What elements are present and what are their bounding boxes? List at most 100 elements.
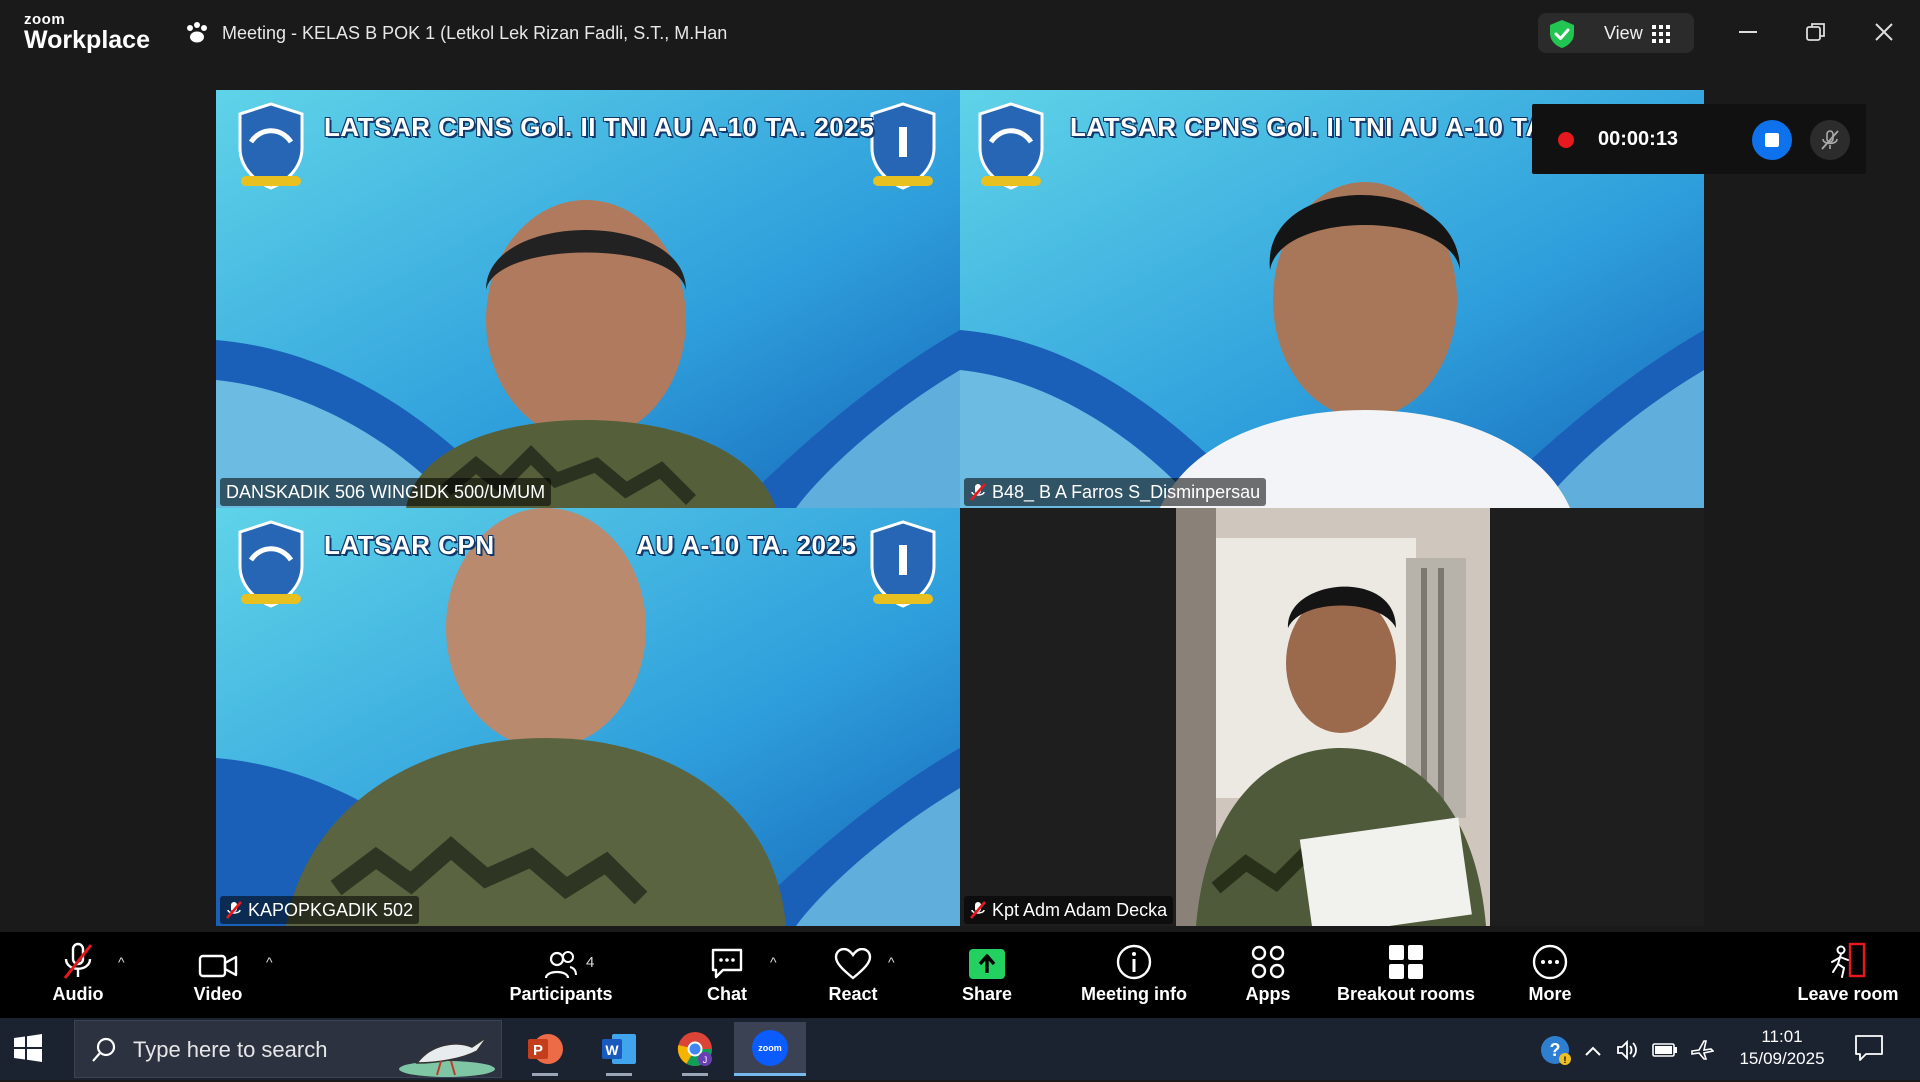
clock-time: 11:01 xyxy=(1761,1027,1803,1046)
video-camera-icon xyxy=(198,932,238,984)
react-label: React xyxy=(828,984,878,1004)
video-tile-adam-decka[interactable]: Kpt Adm Adam Decka xyxy=(960,508,1704,926)
app-running-indicator xyxy=(532,1073,558,1076)
share-button[interactable]: Share xyxy=(952,932,1022,1018)
svg-text:zoom: zoom xyxy=(758,1043,782,1053)
minimize-button[interactable] xyxy=(1728,14,1768,50)
svg-text:J: J xyxy=(703,1055,708,1065)
leave-room-button[interactable]: Leave room xyxy=(1796,932,1900,1018)
recording-timer: 00:00:13 xyxy=(1598,128,1679,150)
taskbar-search-box[interactable]: Type here to search xyxy=(74,1020,502,1078)
background-banner-text-left: LATSAR CPN xyxy=(324,530,495,560)
windows-logo-icon xyxy=(14,1034,42,1062)
svg-text:P: P xyxy=(533,1042,543,1059)
encryption-shield-icon[interactable] xyxy=(1548,19,1576,54)
svg-text:?: ? xyxy=(1550,1040,1561,1060)
meeting-info-button[interactable]: Meeting info xyxy=(1076,932,1192,1018)
taskbar-word[interactable]: W xyxy=(584,1022,654,1076)
recording-indicator: 00:00:13 xyxy=(1532,104,1866,174)
video-options-caret[interactable]: ^ xyxy=(266,954,273,970)
windows-start-button[interactable] xyxy=(14,1034,42,1067)
chat-button[interactable]: Chat xyxy=(694,932,760,1018)
battery-icon[interactable] xyxy=(1652,1042,1678,1063)
participant-name: B48_ B A Farros S_Disminpersau xyxy=(992,481,1261,502)
recording-dot-icon xyxy=(1558,132,1574,148)
notification-icon xyxy=(1855,1035,1883,1061)
search-placeholder: Type here to search xyxy=(133,1037,328,1062)
stop-recording-button[interactable] xyxy=(1752,120,1792,160)
virtual-background xyxy=(216,90,960,508)
view-label: View xyxy=(1604,23,1643,43)
audio-button[interactable]: Audio xyxy=(44,932,112,1018)
app-running-indicator xyxy=(682,1073,708,1076)
heart-icon xyxy=(834,932,872,984)
notification-center-button[interactable] xyxy=(1854,1034,1884,1067)
apps-button[interactable]: Apps xyxy=(1240,932,1296,1018)
react-button[interactable]: React xyxy=(820,932,886,1018)
emblem-500-icon xyxy=(238,102,304,190)
chrome-icon: J xyxy=(677,1032,712,1066)
share-screen-icon xyxy=(968,932,1006,984)
recording-mic-muted-button[interactable] xyxy=(1810,120,1850,160)
volume-icon[interactable] xyxy=(1616,1039,1640,1066)
share-label: Share xyxy=(961,984,1013,1004)
video-tile-kapopkgadik[interactable]: LATSAR CPN AU A-10 TA. 2025 KAPOPKGADIK … xyxy=(216,508,960,926)
search-icon xyxy=(91,1037,117,1068)
participant-name: DANSKADIK 506 WINGIDK 500/UMUM xyxy=(226,481,546,502)
video-label: Video xyxy=(193,984,243,1004)
meeting-paw-icon xyxy=(184,21,210,45)
background-banner-text: LATSAR CPNS Gol. II TNI AU A-10 TA. 2025 xyxy=(324,112,875,142)
word-icon: W xyxy=(602,1034,636,1064)
system-tray: ?! xyxy=(1540,1034,1715,1071)
taskbar-clock[interactable]: 11:01 15/09/2025 xyxy=(1730,1026,1834,1070)
meeting-title-text: Meeting - KELAS B POK 1 (Letkol Lek Riza… xyxy=(222,22,728,43)
help-icon[interactable]: ?! xyxy=(1540,1034,1572,1071)
react-options-caret[interactable]: ^ xyxy=(888,954,895,970)
emblem-500-icon xyxy=(978,102,1044,190)
title-bar: zoom Workplace Meeting - KELAS B POK 1 (… xyxy=(0,0,1920,66)
chat-label: Chat xyxy=(707,984,747,1004)
emblem-500-icon xyxy=(238,520,304,608)
airplane-mode-icon[interactable] xyxy=(1690,1038,1715,1067)
participant-name: KAPOPKGADIK 502 xyxy=(248,899,414,920)
taskbar-zoom[interactable]: zoom xyxy=(734,1022,806,1076)
breakout-rooms-button[interactable]: Breakout rooms xyxy=(1336,932,1476,1018)
restore-button[interactable] xyxy=(1796,14,1836,50)
chat-options-caret[interactable]: ^ xyxy=(770,954,777,970)
app-running-indicator xyxy=(606,1073,632,1076)
video-button[interactable]: Video xyxy=(184,932,252,1018)
view-button[interactable]: View xyxy=(1538,13,1694,53)
audio-options-caret[interactable]: ^ xyxy=(118,954,125,970)
participant-camera-feed xyxy=(1176,508,1490,926)
gallery-grid-icon xyxy=(1652,25,1670,48)
mic-off-icon xyxy=(1821,130,1839,150)
zoom-workplace-logo: zoom Workplace xyxy=(24,12,150,53)
info-icon xyxy=(1116,932,1152,984)
svg-text:W: W xyxy=(605,1042,619,1058)
search-highlight-image xyxy=(397,1023,497,1082)
svg-text:!: ! xyxy=(1564,1055,1567,1065)
leave-room-icon xyxy=(1828,932,1868,984)
breakout-rooms-label: Breakout rooms xyxy=(1336,984,1476,1004)
zoom-icon: zoom xyxy=(752,1029,788,1066)
participants-label: Participants xyxy=(509,984,613,1004)
muted-mic-icon xyxy=(226,901,242,919)
close-window-button[interactable] xyxy=(1864,14,1904,50)
meeting-title: Meeting - KELAS B POK 1 (Letkol Lek Riza… xyxy=(184,20,727,46)
logo-workplace-text: Workplace xyxy=(24,26,150,54)
more-button[interactable]: More xyxy=(1524,932,1576,1018)
video-tile-danskadik[interactable]: LATSAR CPNS Gol. II TNI AU A-10 TA. 2025… xyxy=(216,90,960,508)
windows-taskbar: Type here to search P W J zoom ?! 11:01 … xyxy=(0,1018,1920,1080)
participants-icon xyxy=(544,932,578,984)
background-banner-text: LATSAR CPNS Gol. II TNI AU A-10 TA. 2 xyxy=(1070,112,1576,142)
chat-bubble-icon xyxy=(709,932,745,984)
show-hidden-icons-chevron-icon[interactable] xyxy=(1584,1044,1602,1062)
participants-button[interactable]: Participants xyxy=(508,932,614,1018)
apps-icon xyxy=(1250,932,1286,984)
more-label: More xyxy=(1528,984,1572,1004)
taskbar-chrome[interactable]: J xyxy=(660,1022,730,1076)
meeting-controls-toolbar: Audio ^ Video ^ Participants 4 Chat ^ Re… xyxy=(0,932,1920,1018)
logo-zoom-text: zoom xyxy=(24,11,66,28)
taskbar-powerpoint[interactable]: P xyxy=(510,1022,580,1076)
participant-name-label: Kpt Adm Adam Decka xyxy=(964,896,1174,924)
